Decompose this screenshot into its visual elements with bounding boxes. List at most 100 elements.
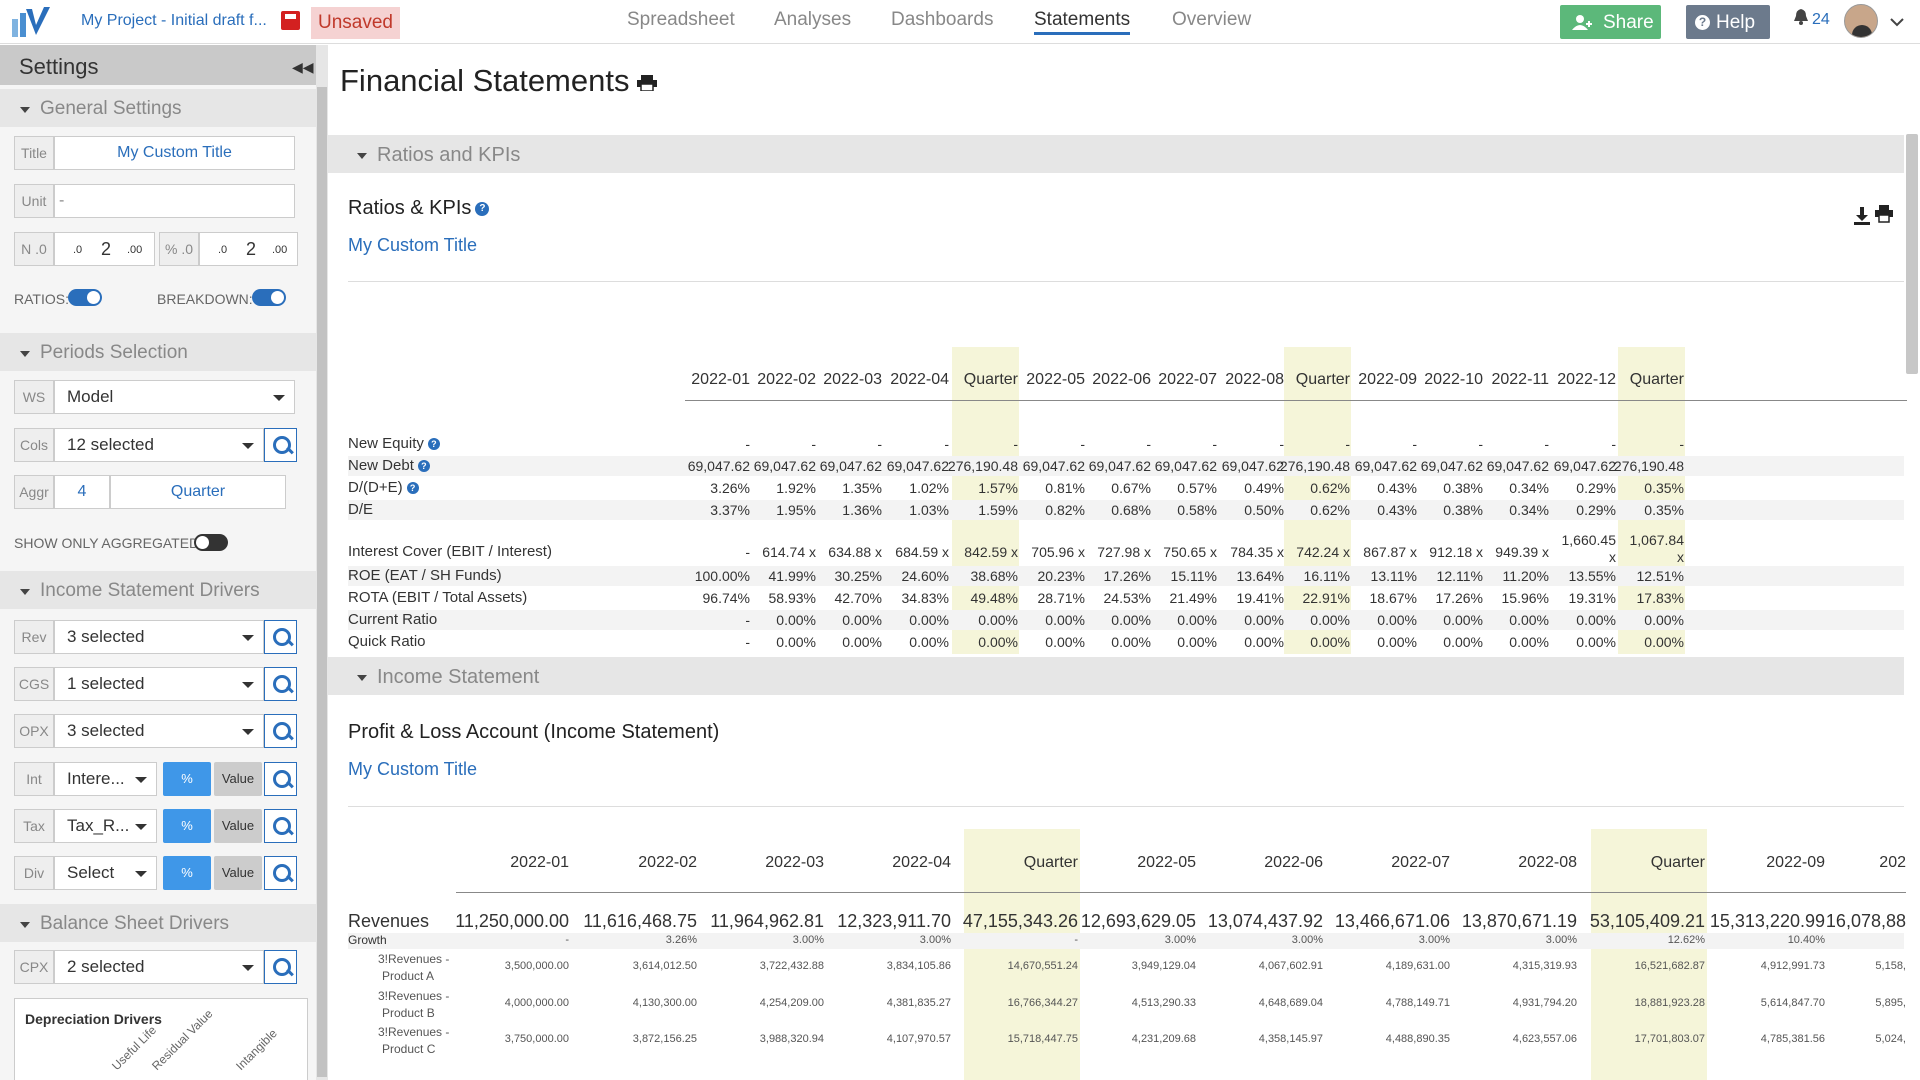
download-icon[interactable] — [1853, 207, 1871, 225]
search-icon[interactable] — [264, 667, 297, 701]
project-name[interactable]: My Project - Initial draft f... — [81, 12, 267, 30]
decrease-decimals[interactable]: .0 — [73, 244, 82, 256]
search-icon[interactable] — [264, 714, 297, 748]
chevron-down-icon[interactable] — [1890, 18, 1904, 27]
breakdown-toggle[interactable] — [252, 289, 286, 306]
ratio-cell: 1,660.45 x — [1561, 532, 1617, 565]
pl-cell: 3,949,129.04 — [1131, 960, 1196, 972]
ratio-cell: 17.83% — [1636, 590, 1684, 606]
increase-decimals[interactable]: .00 — [272, 244, 287, 256]
show-only-aggregated-toggle[interactable] — [194, 534, 228, 551]
caret-down-icon — [135, 777, 147, 783]
section-periods-selection[interactable]: Periods Selection — [0, 333, 316, 371]
search-icon[interactable] — [264, 620, 297, 654]
search-icon[interactable] — [264, 762, 297, 796]
section-title: Income Statement — [377, 666, 540, 688]
print-icon[interactable] — [637, 75, 657, 91]
title-input[interactable]: My Custom Title — [54, 136, 295, 170]
tax-addon: Tax — [14, 809, 54, 843]
pl-cell: 13,466,671.06 — [1334, 911, 1450, 931]
ratios-toggle[interactable] — [68, 289, 102, 306]
pl-cell: 4,358,145.97 — [1258, 1033, 1323, 1045]
pl-cell: 4,107,970.57 — [886, 1033, 951, 1045]
section-title: Ratios and KPIs — [377, 144, 521, 166]
pl-cell: 3.00% — [1418, 934, 1450, 946]
pl-cell: 13,870,671.19 — [1461, 911, 1577, 931]
cgs-select[interactable]: 1 selected — [54, 667, 264, 701]
percent-decimals-stepper[interactable]: .0 2 .00 — [199, 232, 298, 266]
nav-analyses[interactable]: Analyses — [774, 9, 851, 31]
value-button[interactable]: Value — [214, 809, 262, 843]
value-button[interactable]: Value — [214, 762, 262, 796]
section-balance-drivers[interactable]: Balance Sheet Drivers — [0, 904, 316, 942]
info-icon[interactable]: ? — [475, 202, 490, 216]
column-header: 2022-05 — [1026, 371, 1085, 388]
app-logo[interactable] — [6, 5, 54, 39]
share-button[interactable]: Share — [1560, 5, 1661, 39]
avatar[interactable] — [1844, 4, 1878, 38]
pl-cell: 3,722,432.88 — [759, 960, 824, 972]
cols-select[interactable]: 12 selected — [54, 428, 264, 462]
search-icon[interactable] — [264, 950, 297, 984]
cpx-select[interactable]: 2 selected — [54, 950, 264, 984]
tax-select[interactable]: Tax_R... — [54, 809, 157, 843]
notification-count[interactable]: 24 — [1812, 11, 1830, 29]
aggr-count-input[interactable]: 4 — [54, 475, 110, 509]
percent-button[interactable]: % — [163, 809, 211, 843]
info-icon[interactable]: ? — [406, 482, 419, 494]
pl-cell: 4,488,890.35 — [1385, 1033, 1450, 1045]
opx-select[interactable]: 3 selected — [54, 714, 264, 748]
decrease-decimals[interactable]: .0 — [218, 244, 227, 256]
percent-button[interactable]: % — [163, 856, 211, 890]
percent-button[interactable]: % — [163, 762, 211, 796]
ratio-cell: 0.00% — [1644, 612, 1684, 628]
row-label: Growth — [348, 933, 387, 947]
section-income-statement[interactable]: Income Statement — [328, 657, 1904, 695]
aggr-period-input[interactable]: Quarter — [110, 475, 286, 509]
ratio-cell: 684.59 x — [895, 544, 949, 560]
value-button[interactable]: Value — [214, 856, 262, 890]
double-chevron-left-icon[interactable]: ◀◀ — [292, 59, 314, 76]
pl-cell: 4,254,209.00 — [759, 997, 824, 1009]
section-ratios-kpis[interactable]: Ratios and KPIs — [328, 135, 1904, 173]
search-icon[interactable] — [264, 428, 297, 462]
print-icon[interactable] — [1875, 205, 1893, 223]
info-icon[interactable]: ? — [417, 460, 430, 472]
nav-statements[interactable]: Statements — [1034, 9, 1131, 35]
nav-dashboards[interactable]: Dashboards — [891, 9, 993, 31]
info-icon[interactable]: ? — [427, 438, 440, 450]
nav-spreadsheet[interactable]: Spreadsheet — [627, 9, 735, 31]
search-icon[interactable] — [264, 856, 297, 890]
divider — [348, 281, 1904, 282]
unit-input[interactable]: - — [54, 184, 295, 218]
increase-decimals[interactable]: .00 — [127, 244, 142, 256]
tax-select-value: Tax_R... — [67, 816, 130, 835]
collapse-triangle-icon — [20, 107, 30, 113]
help-button[interactable]: ? Help — [1686, 5, 1770, 39]
search-icon[interactable] — [264, 809, 297, 843]
int-select[interactable]: Intere... — [54, 762, 157, 796]
ws-select[interactable]: Model — [54, 380, 295, 414]
section-general-settings[interactable]: General Settings — [0, 89, 316, 127]
pl-cell: 3,500,000.00 — [504, 960, 569, 972]
nav-overview[interactable]: Overview — [1172, 9, 1251, 31]
sidebar-scrollbar[interactable] — [316, 45, 328, 1080]
bell-icon[interactable] — [1794, 9, 1808, 25]
cgs-addon: CGS — [14, 667, 54, 701]
section-title: Income Statement Drivers — [40, 580, 260, 601]
main-scroll-thumb[interactable] — [1906, 134, 1918, 374]
add-user-icon — [1572, 15, 1592, 30]
app-root: My Project - Initial draft f... Unsaved … — [0, 0, 1920, 1080]
ratios-panel: Ratios & KPIs? My Custom Title 2022-01 20… — [328, 173, 1907, 657]
sidebar-scroll-thumb[interactable] — [317, 87, 327, 1077]
pl-cell: 10.40% — [1787, 934, 1825, 946]
save-icon[interactable] — [281, 11, 300, 30]
div-select[interactable]: Select — [54, 856, 157, 890]
cpx-select-value: 2 selected — [67, 957, 145, 976]
section-income-drivers[interactable]: Income Statement Drivers — [0, 571, 316, 609]
row-label: ROTA (EBIT / Total Assets) — [348, 589, 528, 606]
column-header: 202 — [1879, 854, 1906, 871]
number-decimals-stepper[interactable]: .0 2 .00 — [54, 232, 155, 266]
rev-select[interactable]: 3 selected — [54, 620, 264, 654]
collapse-triangle-icon — [20, 922, 30, 928]
